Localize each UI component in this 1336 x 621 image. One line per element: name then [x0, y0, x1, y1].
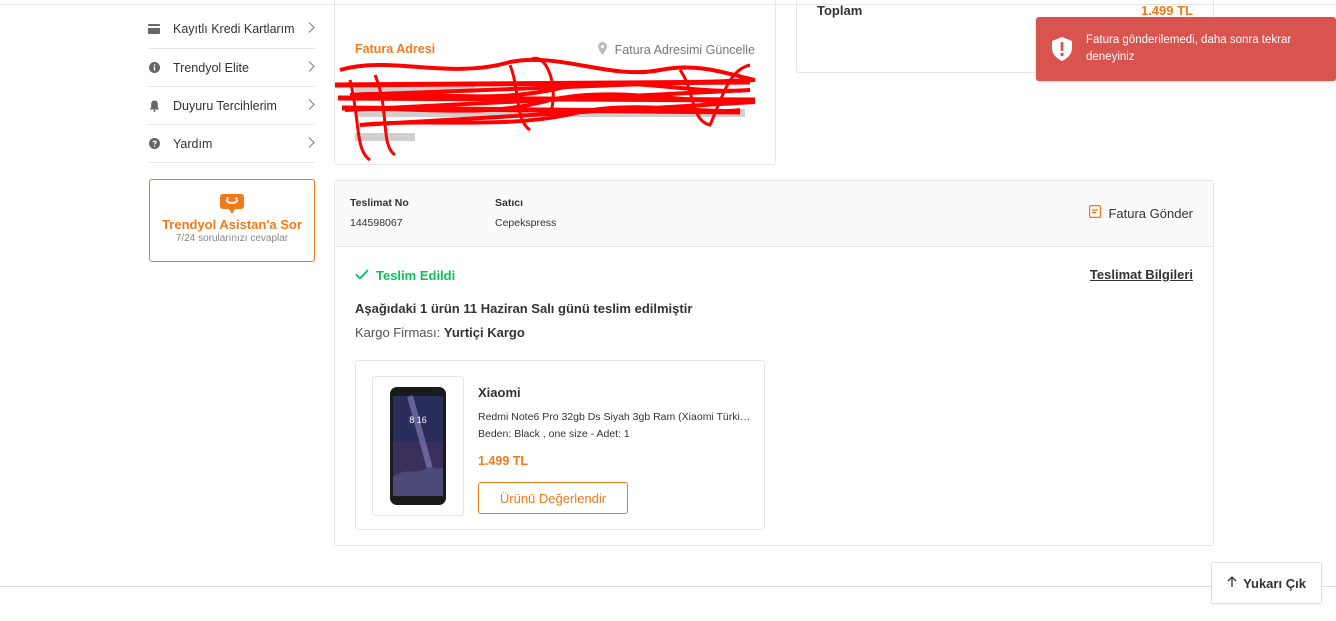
account-sidebar: Kayıtlı Kredi Kartlarım Trendyol Elite D…: [148, 10, 315, 163]
send-invoice-label: Fatura Gönder: [1108, 205, 1193, 221]
scroll-top-button[interactable]: Yukarı Çık: [1211, 562, 1322, 604]
delivery-header: Teslimat No 144598067 Satıcı Cepekspress…: [335, 181, 1213, 247]
sidebar-item-label: Trendyol Elite: [173, 60, 249, 75]
arrow-up-icon: [1227, 575, 1237, 591]
total-label: Toplam: [817, 3, 863, 18]
phone-image: 8 16: [390, 387, 446, 505]
delivery-no-value: 144598067: [350, 217, 403, 229]
delivery-no-label: Teslimat No: [350, 197, 409, 209]
delivery-status-label: Teslim Edildi: [376, 268, 456, 283]
rate-product-button[interactable]: Ürünü Değerlendir: [478, 482, 628, 514]
sidebar-item-label: Yardım: [173, 136, 213, 151]
update-address-link[interactable]: Fatura Adresimi Güncelle: [597, 42, 755, 58]
sidebar-item-saved-cards[interactable]: Kayıtlı Kredi Kartlarım: [148, 9, 315, 49]
product-variant: Beden: Black , one size - Adet: 1: [478, 428, 630, 440]
sidebar-item-help[interactable]: Yardım: [148, 125, 315, 163]
checkmark-icon: [355, 268, 369, 283]
chevron-right-icon: [308, 98, 315, 113]
phone-screen-time: 8 16: [409, 415, 427, 425]
chevron-right-icon: [308, 21, 315, 36]
error-toast-message: Fatura gönderilemedi, daha sonra tekrar …: [1086, 34, 1292, 63]
cargo-label: Kargo Firması:: [355, 325, 441, 340]
bell-icon: [148, 100, 160, 112]
help-icon: [148, 138, 160, 150]
sidebar-item-elite[interactable]: Trendyol Elite: [148, 49, 315, 87]
delivery-card: Teslimat No 144598067 Satıcı Cepekspress…: [334, 180, 1214, 546]
cargo-company: Kargo Firması: Yurtiçi Kargo: [355, 325, 525, 340]
delivery-status: Teslim Edildi: [355, 268, 455, 283]
credit-card-icon: [148, 23, 160, 35]
location-pin-icon: [597, 42, 607, 58]
update-address-label: Fatura Adresimi Güncelle: [614, 43, 755, 57]
footer-divider: [0, 586, 1336, 587]
scroll-top-label: Yukarı Çık: [1243, 575, 1306, 591]
product-name[interactable]: Redmi Note6 Pro 32gb Ds Siyah 3gb Ram (X…: [478, 411, 753, 423]
sidebar-item-label: Duyuru Tercihlerim: [173, 98, 277, 113]
total-value: 1.499 TL: [1140, 3, 1193, 18]
chat-bot-icon: [218, 193, 246, 215]
invoice-address-card: Fatura Adresi Fatura Adresimi Güncelle: [334, 0, 776, 165]
seller-label: Satıcı: [495, 197, 524, 209]
sidebar-item-notifications[interactable]: Duyuru Tercihlerim: [148, 87, 315, 125]
delivery-message: Aşağıdaki 1 ürün 11 Haziran Salı günü te…: [355, 301, 693, 316]
assistant-card[interactable]: Trendyol Asistan'a Sor 7/24 sorularınızı…: [149, 179, 315, 262]
product-image[interactable]: 8 16: [372, 376, 464, 516]
seller-value: Cepekspress: [495, 217, 557, 229]
invoice-icon: [1089, 205, 1102, 221]
invoice-address-title: Fatura Adresi: [355, 42, 436, 56]
delivery-info-link[interactable]: Teslimat Bilgileri: [1090, 267, 1193, 282]
shield-alert-icon: [1052, 37, 1072, 61]
cargo-value: Yurtiçi Kargo: [443, 325, 525, 340]
send-invoice-button[interactable]: Fatura Gönder: [1089, 205, 1193, 221]
product-brand: Xiaomi: [478, 385, 521, 400]
error-toast[interactable]: Fatura gönderilemedi, daha sonra tekrar …: [1036, 17, 1336, 81]
chevron-right-icon: [308, 136, 315, 151]
product-price: 1.499 TL: [478, 454, 529, 468]
product-card: 8 16 Xiaomi Redmi Note6 Pro 32gb Ds Siya…: [355, 360, 765, 530]
assistant-title: Trendyol Asistan'a Sor: [162, 217, 302, 232]
redacted-address-lines: [355, 77, 745, 141]
info-icon: [148, 62, 160, 74]
assistant-subtitle: 7/24 sorularınızı cevaplar: [175, 233, 289, 244]
sidebar-item-label: Kayıtlı Kredi Kartlarım: [173, 21, 295, 36]
chevron-right-icon: [308, 60, 315, 75]
